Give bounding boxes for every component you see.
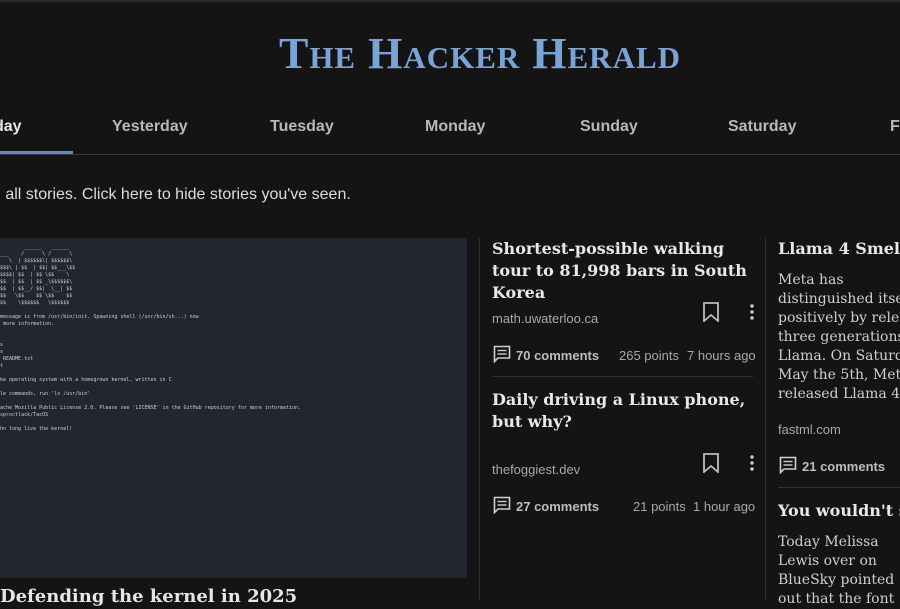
comment-icon[interactable]: [493, 496, 511, 514]
story-age: 1 hour ago: [693, 499, 756, 514]
story-title[interactable]: Shortest-possible walking tour to 81,998…: [492, 238, 754, 304]
story-points: 265 points: [619, 348, 679, 363]
comments-link[interactable]: 21 comments: [802, 459, 885, 474]
story-title[interactable]: Daily driving a Linux phone, but why?: [492, 389, 754, 433]
terminal-line: $$ | $$__/ $$| \__| $$: [0, 286, 73, 292]
excerpt-line: May the 5th, Meta: [778, 367, 900, 383]
story-source[interactable]: fastml.com: [778, 422, 841, 437]
terminal-line: $$$\ | $$ | $$| $$___\$$: [0, 265, 76, 271]
comments-link[interactable]: 27 comments: [516, 499, 599, 514]
story-card: Llama 4 Smells: [778, 238, 900, 260]
hero-image[interactable]: ______ ______ ___ / \ / \ \ | $$$$$$\| $$…: [0, 238, 467, 578]
terminal-line: \ | $$$$$$\| $$$$$$\: [0, 258, 73, 264]
terminal-line: $$ \$$$$$$ \$$$$$$: [0, 300, 70, 306]
terminal-line: ke operating system with a homegrown ker…: [0, 377, 172, 383]
story-card: Daily driving a Linux phone, but why?: [492, 389, 754, 433]
terminal-line: s: [0, 349, 4, 355]
bookmark-icon[interactable]: [702, 453, 720, 473]
terminal-line: $$$$| $$ | $$ \$$ \: [0, 272, 70, 278]
comments-link[interactable]: 70 comments: [516, 348, 599, 363]
column-divider: [479, 238, 480, 600]
excerpt-line: Meta has: [778, 272, 844, 288]
excerpt-line: Lewis over on: [778, 553, 877, 569]
terminal-line: t: [0, 363, 4, 369]
story-divider: [492, 376, 753, 377]
tab-sunday[interactable]: Sunday: [580, 118, 638, 136]
hide-seen-stories-link[interactable]: g all stories. Click here to hide storie…: [0, 186, 351, 204]
story-divider: [778, 487, 900, 488]
terminal-line: sproctlack/TacOS: [0, 412, 49, 418]
terminal-line: hn long live the kernel!: [0, 426, 73, 432]
story-excerpt: Meta has distinguished itsel positively …: [778, 271, 900, 404]
terminal-line: $$ \$$ $$ \$$ $$: [0, 293, 73, 299]
terminal-screenshot: ______ ______ ___ / \ / \ \ | $$$$$$\| $$…: [0, 244, 301, 433]
story-source[interactable]: math.uwaterloo.ca: [492, 311, 598, 326]
comment-icon[interactable]: [779, 456, 797, 474]
excerpt-line: Llama. On Saturd: [778, 348, 900, 364]
story-age: 7 hours ago: [687, 348, 756, 363]
excerpt-line: three generations: [778, 329, 900, 345]
column-divider: [765, 238, 766, 600]
more-options-icon[interactable]: [749, 303, 755, 321]
terminal-line: $$ | $$ | $$ _\$$$$$$\: [0, 279, 73, 285]
excerpt-line: positively by relea: [778, 310, 900, 326]
story-points: 21 points: [633, 499, 686, 514]
site-title[interactable]: The Hacker Herald: [0, 28, 900, 79]
tab-monday[interactable]: Monday: [425, 118, 485, 136]
story-source[interactable]: thefoggiest.dev: [492, 462, 580, 477]
terminal-line: s: [0, 342, 4, 348]
hero-story-title[interactable]: Defending the kernel in 2025: [0, 586, 467, 606]
day-tabs: day Yesterday Tuesday Monday Sunday Satu…: [0, 104, 900, 156]
terminal-line: le commands, run 'ls /usr/bin': [0, 391, 91, 397]
tab-tuesday[interactable]: Tuesday: [270, 118, 334, 136]
terminal-line: ______ ______: [0, 244, 70, 250]
story-card: You wouldn't st: [778, 500, 900, 522]
tab-saturday[interactable]: Saturday: [728, 118, 796, 136]
tab-friday[interactable]: F: [890, 118, 900, 136]
excerpt-line: BlueSky pointed: [778, 572, 895, 588]
excerpt-line: distinguished itsel: [778, 291, 900, 307]
story-excerpt: Today Melissa Lewis over on BlueSky poin…: [778, 533, 894, 609]
terminal-line: ache Mozilla Public License 2.0. Please …: [0, 405, 302, 411]
terminal-line: message is from /usr/bin/init. Spawning …: [0, 314, 199, 320]
story-title[interactable]: You wouldn't st: [778, 500, 900, 522]
tab-yesterday[interactable]: Yesterday: [112, 118, 188, 136]
terminal-line: ___ / \ / \: [0, 251, 73, 257]
tabs-divider: [0, 154, 900, 155]
terminal-line: more information.: [0, 321, 55, 327]
story-card: Shortest-possible walking tour to 81,998…: [492, 238, 754, 304]
terminal-line: README.txt: [0, 356, 34, 362]
excerpt-line: Today Melissa: [778, 534, 879, 550]
bookmark-icon[interactable]: [702, 302, 720, 322]
excerpt-line: released Llama 4.: [778, 386, 900, 402]
story-title[interactable]: Llama 4 Smells: [778, 238, 900, 260]
more-options-icon[interactable]: [749, 454, 755, 472]
tab-today[interactable]: day: [0, 118, 22, 136]
comment-icon[interactable]: [493, 345, 511, 363]
top-border: [0, 0, 900, 2]
